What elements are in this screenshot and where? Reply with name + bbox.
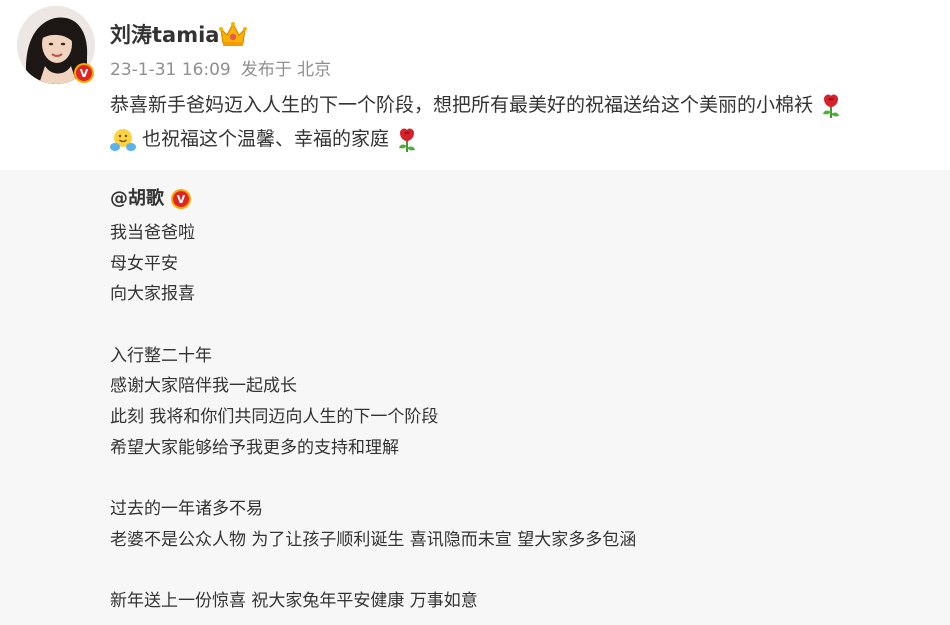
quoted-line: 老婆不是公众人物 为了让孩子顺利诞生 喜讯隐而未宣 望大家多多包涵 xyxy=(110,529,637,550)
quoted-text: 我当爸爸啦 母女平安 向大家报喜 入行整二十年 感谢大家陪伴我一起成长 此刻 我… xyxy=(110,218,636,617)
quoted-line: 此刻 我将和你们共同迈向人生的下一个阶段 xyxy=(110,407,439,428)
post-meta: 23-1-31 16:09 发布于 北京 xyxy=(110,59,331,81)
post-text-line-2: 也祝福这个温馨、幸福的家庭 xyxy=(110,122,940,156)
quoted-post[interactable]: @胡歌 V 我当爸爸啦 母女平安 向大家报喜 入行整二十年 感谢大家陪伴我一起成… xyxy=(0,170,950,625)
quoted-line xyxy=(110,310,636,341)
hug-emoji-icon xyxy=(110,128,136,151)
crown-icon[interactable] xyxy=(218,20,248,48)
quoted-line: 母女平安 xyxy=(110,253,178,274)
quoted-line xyxy=(110,556,636,587)
post-text-line-1: 恭喜新手爸妈迈入人生的下一个阶段，想把所有最美好的祝福送给这个美丽的小棉袄 xyxy=(110,88,940,122)
author-name[interactable]: 刘涛tamia xyxy=(110,20,219,50)
quoted-line: 希望大家能够给予我更多的支持和理解 xyxy=(110,437,399,458)
quoted-author[interactable]: @胡歌 xyxy=(110,186,164,212)
quoted-line: 入行整二十年 xyxy=(110,345,212,366)
post-source: 发布于 北京 xyxy=(240,60,332,80)
rose-icon xyxy=(399,128,416,152)
post-text: 恭喜新手爸妈迈入人生的下一个阶段，想把所有最美好的祝福送给这个美丽的小棉袄 也祝… xyxy=(110,88,940,156)
quoted-line: 过去的一年诸多不易 xyxy=(110,499,263,520)
quoted-line: 向大家报喜 xyxy=(110,284,195,305)
quoted-line: 新年送上一份惊喜 祝大家兔年平安健康 万事如意 xyxy=(110,591,478,612)
rose-icon xyxy=(823,94,840,118)
quoted-line xyxy=(110,464,636,495)
verified-badge-icon: V xyxy=(171,189,191,209)
verified-badge-icon: V xyxy=(74,63,94,83)
post-date[interactable]: 23-1-31 16:09 xyxy=(110,60,231,80)
quoted-line: 我当爸爸啦 xyxy=(110,223,195,243)
quoted-line: 感谢大家陪伴我一起成长 xyxy=(110,376,297,397)
